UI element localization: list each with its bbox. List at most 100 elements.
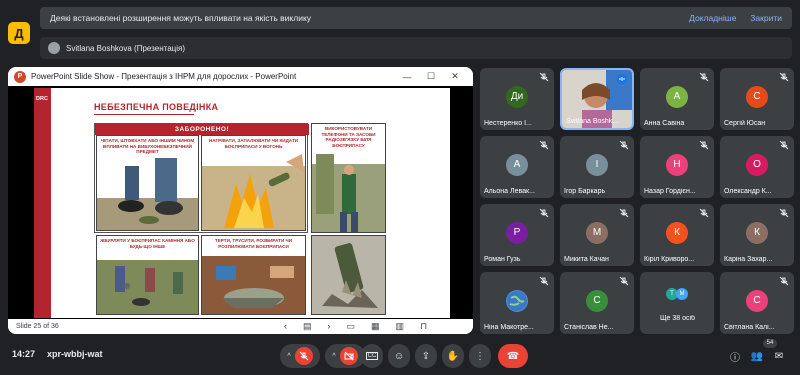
- banner-text: Деякі встановлені розширення можуть впли…: [50, 13, 312, 23]
- mic-off-icon: [539, 72, 549, 82]
- participant-name: Svitlana Boshk...: [566, 118, 619, 125]
- participant-tile[interactable]: Р Роман Гузь: [480, 204, 554, 266]
- comic-panel-4: Жбурляти у боєприпас каміння або будь-що…: [96, 235, 199, 315]
- bottom-toolbar: 14:27 xpr-wbbj-wat ^ ^ CC ☺ ⇪ ✋ ⋮ ☎ ⓘ 👥 …: [0, 340, 800, 375]
- participant-name: Станіслав Не...: [564, 324, 614, 331]
- participant-tile[interactable]: М Микита Качан: [560, 204, 634, 266]
- chevron-up-icon[interactable]: ^: [287, 353, 290, 360]
- people-icon: 👥: [750, 350, 764, 362]
- raise-hand-button[interactable]: ✋: [442, 344, 464, 368]
- mic-off-icon: [779, 72, 789, 82]
- camera-button[interactable]: ^: [325, 344, 365, 368]
- mic-off-icon: [779, 276, 789, 286]
- window-titlebar: P PowerPoint Slide Show - Презентація з …: [8, 67, 473, 86]
- more-options-button[interactable]: ⋮: [469, 344, 491, 368]
- see-all-slides-icon[interactable]: ▤: [303, 321, 312, 332]
- participant-name: Ігор Баркарь: [564, 188, 606, 195]
- mic-off-icon: [294, 347, 313, 365]
- present-button[interactable]: ⇪: [415, 344, 437, 368]
- banner-details-link[interactable]: Докладніше: [689, 13, 736, 23]
- heading-underline: [94, 114, 194, 115]
- hang-up-icon: ☎: [506, 350, 520, 362]
- captions-icon: CC: [365, 352, 379, 360]
- slide-heading: НЕБЕЗПЕЧНА ПОВЕДІНКА: [94, 102, 219, 112]
- participant-tile[interactable]: Ніна Макотре...: [480, 272, 554, 334]
- mic-off-icon: [539, 208, 549, 218]
- emoji-button[interactable]: ☺: [388, 344, 410, 368]
- mic-off-icon: [619, 276, 629, 286]
- participant-avatar: І: [586, 153, 608, 176]
- chat-icon: ✉: [774, 350, 784, 362]
- participant-tile[interactable]: К Каріна Захар...: [720, 204, 794, 266]
- participant-avatar: О: [746, 153, 768, 176]
- extension-warning-icon[interactable]: Д: [8, 22, 30, 44]
- participant-avatar-globe: [506, 289, 528, 312]
- presenting-bar: Svitlana Boshkova (Презентація): [40, 37, 792, 59]
- slide-side-strip: DRC: [34, 88, 51, 318]
- comic-panel-2: Нагрівати, запалювати чи кидати боєприпа…: [201, 135, 306, 231]
- slide-view-icon[interactable]: ▭: [347, 321, 356, 332]
- emoji-icon: ☺: [393, 350, 405, 362]
- extension-banner: Деякі встановлені розширення можуть впли…: [40, 7, 792, 29]
- panel-caption-2: Нагрівати, запалювати чи кидати боєприпа…: [208, 138, 299, 149]
- participant-tile[interactable]: А Анна Савіна: [640, 68, 714, 130]
- participant-avatar: А: [666, 85, 688, 108]
- participant-grid: Ди Нестеренко І... Svitlana Boshk... А А…: [480, 68, 794, 334]
- info-button[interactable]: ⓘ: [727, 344, 743, 368]
- prev-slide-icon[interactable]: ‹: [284, 321, 287, 332]
- participant-avatar: А: [506, 153, 528, 176]
- participant-name: Каріна Захар...: [724, 256, 773, 263]
- slideshow-controls: Slide 25 of 36 ‹ ▤ › ▭ ▦ ▥ ⊓: [8, 319, 473, 334]
- participant-name: Олександр К...: [724, 188, 772, 195]
- participant-name: Світлана Калі...: [724, 324, 775, 331]
- participant-tile-active[interactable]: Svitlana Boshk...: [560, 68, 634, 130]
- participant-avatar: С: [746, 85, 768, 108]
- participant-tile[interactable]: К Кіріл Криворо...: [640, 204, 714, 266]
- participant-name: Сергій Юсан: [724, 120, 766, 127]
- chevron-up-icon[interactable]: ^: [332, 353, 335, 360]
- slide: DRC НЕБЕЗПЕЧНА ПОВЕДІНКА ЗАБОРОНЕНО! Чіп…: [34, 88, 450, 318]
- participant-name: Микита Качан: [564, 256, 609, 263]
- participant-tile[interactable]: С Сергій Юсан: [720, 68, 794, 130]
- presenter-avatar: [48, 42, 60, 54]
- minimize-icon[interactable]: —: [395, 72, 419, 82]
- participant-avatar: С: [586, 289, 608, 312]
- slideshow-nav: ‹ ▤ › ▭ ▦ ▥ ⊓: [284, 321, 427, 332]
- comic-panel-1: Чіпати, штовхати або іншим чином впливат…: [96, 135, 199, 231]
- shared-screen: P PowerPoint Slide Show - Презентація з …: [8, 67, 473, 334]
- people-button[interactable]: 👥: [749, 344, 765, 368]
- participant-tile[interactable]: Ди Нестеренко І...: [480, 68, 554, 130]
- presenter-view-icon[interactable]: ⊓: [420, 321, 427, 332]
- participant-tile[interactable]: А Альона Левак...: [480, 136, 554, 198]
- participant-tile[interactable]: І Ігор Баркарь: [560, 136, 634, 198]
- participant-avatar: К: [666, 221, 688, 244]
- maximize-icon[interactable]: ☐: [419, 71, 443, 82]
- mic-off-icon: [699, 140, 709, 150]
- grid-view-icon[interactable]: ▦: [371, 321, 380, 332]
- info-icon: ⓘ: [730, 352, 740, 364]
- reading-view-icon[interactable]: ▥: [396, 321, 405, 332]
- drc-logo: DRC: [36, 96, 48, 102]
- end-call-button[interactable]: ☎: [498, 344, 528, 368]
- panel-caption-4: Жбурляти у боєприпас каміння або будь-що…: [100, 238, 195, 249]
- close-icon[interactable]: ✕: [443, 71, 467, 82]
- explosion-scene-image: [312, 236, 385, 314]
- speaking-indicator-icon: [617, 74, 627, 84]
- participant-tile[interactable]: С Станіслав Не...: [560, 272, 634, 334]
- captions-button[interactable]: CC: [361, 344, 383, 368]
- more-participants-tile[interactable]: Т М Ще 38 осіб: [640, 272, 714, 334]
- participant-tile[interactable]: О Олександр К...: [720, 136, 794, 198]
- next-slide-icon[interactable]: ›: [328, 321, 331, 332]
- raise-hand-icon: ✋: [446, 350, 460, 362]
- participant-avatar: М: [586, 221, 608, 244]
- participant-tile[interactable]: Н Назар Гордієн...: [640, 136, 714, 198]
- participant-name: Нестеренко І...: [484, 120, 532, 127]
- participant-tile[interactable]: С Світлана Калі...: [720, 272, 794, 334]
- comic-illustration: ЗАБОРОНЕНО! Чіпати, штовхати або іншим ч…: [94, 123, 386, 315]
- globe-icon: [507, 290, 527, 311]
- microphone-button[interactable]: ^: [280, 344, 320, 368]
- mic-off-icon: [539, 140, 549, 150]
- mic-off-icon: [779, 140, 789, 150]
- banner-close-link[interactable]: Закрити: [750, 13, 782, 23]
- powerpoint-icon: P: [14, 70, 26, 83]
